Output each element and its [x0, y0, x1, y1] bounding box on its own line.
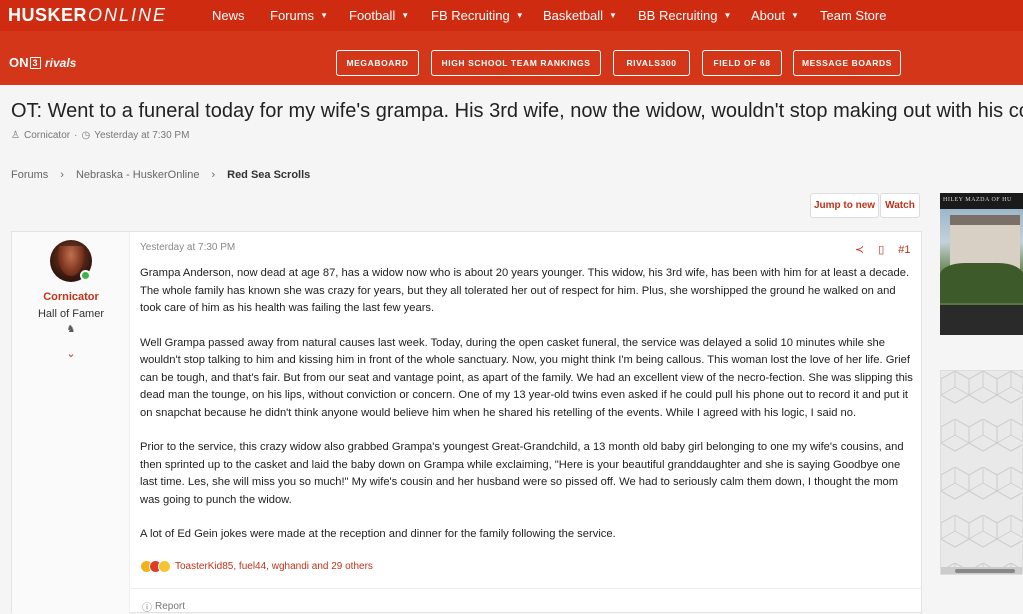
- site-logo[interactable]: HUSKER ONLINE: [8, 5, 167, 26]
- hs-team-rankings-button[interactable]: HIGH SCHOOL TEAM RANKINGS: [431, 50, 601, 76]
- post-paragraph: A lot of Ed Gein jokes were made at the …: [140, 528, 616, 540]
- separator-dot: ·: [74, 130, 78, 141]
- post-actions: ≺ ▯ #1: [855, 243, 911, 257]
- chevron-down-icon: ▼: [515, 11, 524, 20]
- megaboard-button[interactable]: MEGABOARD: [336, 50, 419, 76]
- ad-header: HILEY MAZDA OF HU: [943, 197, 1012, 203]
- logo-text-bold: HUSKER: [8, 5, 88, 25]
- share-icon[interactable]: ≺: [855, 243, 864, 256]
- on3-text: ON: [9, 55, 29, 70]
- user-pane: Cornicator Hall of Famer ♞ ⌄: [12, 232, 130, 614]
- nav-team-store[interactable]: Team Store: [820, 8, 886, 23]
- user-title: Hall of Famer: [37, 308, 105, 320]
- chevron-right-icon: ›: [60, 169, 64, 181]
- nav-forums-label: Forums: [270, 8, 315, 23]
- rivals300-button[interactable]: RIVALS300: [613, 50, 690, 76]
- chevron-down-icon: ▼: [320, 11, 328, 20]
- thread-author[interactable]: Cornicator: [24, 130, 70, 141]
- chevron-right-icon: ›: [211, 169, 216, 181]
- nav-bb-recruiting-label: BB Recruiting: [638, 8, 718, 23]
- reactions-bar[interactable]: ToasterKid85, fuel44, wghandi and 29 oth…: [140, 560, 373, 573]
- nav-about[interactable]: About ▼: [751, 8, 799, 23]
- post-paragraph: Well Grampa passed away from natural cau…: [140, 336, 913, 419]
- post-number[interactable]: #1: [898, 244, 910, 256]
- wow-reaction-icon: [158, 560, 171, 573]
- report-link[interactable]: ⓘ Report: [142, 599, 185, 614]
- nav-football-label: Football: [349, 8, 396, 23]
- post-body: Grampa Anderson, now dead at age 87, has…: [140, 265, 915, 561]
- ad-caption-band: [940, 305, 1023, 335]
- post-paragraph: Prior to the service, this crazy widow a…: [140, 441, 904, 506]
- jump-to-new-button[interactable]: Jump to new: [810, 193, 879, 218]
- nav-bb-recruiting[interactable]: BB Recruiting ▼: [638, 8, 731, 23]
- thread-date[interactable]: Yesterday at 7:30 PM: [94, 130, 189, 141]
- breadcrumb-forums[interactable]: Forums: [11, 169, 48, 181]
- thread-meta: ♙ Cornicator · ◷ Yesterday at 7:30 PM: [11, 130, 189, 141]
- rivals-logo[interactable]: rivals: [45, 56, 76, 70]
- post-container: Cornicator Hall of Famer ♞ ⌄ Yesterday a…: [11, 231, 922, 614]
- bookmark-icon[interactable]: ▯: [878, 243, 884, 256]
- user-icon: ♙: [11, 130, 20, 141]
- field-of-68-button[interactable]: FIELD OF 68: [702, 50, 782, 76]
- user-group-icon: ♞: [66, 324, 76, 335]
- ad-scrollbar[interactable]: [941, 567, 1022, 574]
- chevron-down-icon: ▼: [401, 11, 410, 20]
- breadcrumb-nebraska[interactable]: Nebraska - HuskerOnline: [76, 169, 200, 181]
- chevron-down-icon: ▼: [723, 11, 732, 20]
- logo-text-italic: ONLINE: [88, 5, 168, 25]
- nav-team-store-label: Team Store: [820, 8, 887, 23]
- sidebar-ad-image[interactable]: HILEY MAZDA OF HU: [940, 193, 1023, 335]
- breadcrumb: Forums › Nebraska - HuskerOnline › Red S…: [11, 169, 310, 181]
- chevron-down-icon: ▼: [790, 11, 799, 20]
- nav-basketball-label: Basketball: [543, 8, 603, 23]
- nav-basketball[interactable]: Basketball ▼: [543, 8, 617, 23]
- on3-box: 3: [29, 56, 41, 69]
- ad-bush-shape: [940, 263, 1023, 303]
- post-username[interactable]: Cornicator: [12, 291, 130, 303]
- sidebar-ad-pattern[interactable]: [940, 370, 1023, 575]
- nav-news[interactable]: News: [212, 8, 245, 23]
- online-status-icon: [80, 270, 91, 281]
- cube-pattern-graphic: [941, 371, 1022, 567]
- nav-news-label: News: [212, 8, 245, 23]
- post-footer-divider: [131, 588, 921, 589]
- thread-title: OT: Went to a funeral today for my wife'…: [11, 100, 1023, 122]
- reaction-icons: [140, 560, 171, 573]
- post-paragraph: Grampa Anderson, now dead at age 87, has…: [140, 267, 910, 314]
- nav-fb-recruiting[interactable]: FB Recruiting ▼: [431, 8, 524, 23]
- chevron-down-icon[interactable]: ⌄: [64, 347, 78, 361]
- clock-icon: ◷: [81, 130, 91, 141]
- nav-forums[interactable]: Forums ▼: [270, 8, 328, 23]
- breadcrumb-red-sea-scrolls[interactable]: Red Sea Scrolls: [227, 169, 310, 181]
- message-boards-button[interactable]: MESSAGE BOARDS: [793, 50, 901, 76]
- reactions-list[interactable]: ToasterKid85, fuel44, wghandi and 29 oth…: [175, 561, 373, 572]
- nav-about-label: About: [751, 8, 785, 23]
- nav-football[interactable]: Football ▼: [349, 8, 409, 23]
- report-label: Report: [155, 601, 186, 612]
- on3-logo[interactable]: ON 3: [9, 55, 41, 70]
- watch-button[interactable]: Watch: [880, 193, 920, 218]
- post-date[interactable]: Yesterday at 7:30 PM: [140, 242, 235, 253]
- chevron-down-icon: ▼: [608, 11, 617, 20]
- nav-fb-recruiting-label: FB Recruiting: [431, 8, 510, 23]
- report-icon: ⓘ: [142, 603, 152, 614]
